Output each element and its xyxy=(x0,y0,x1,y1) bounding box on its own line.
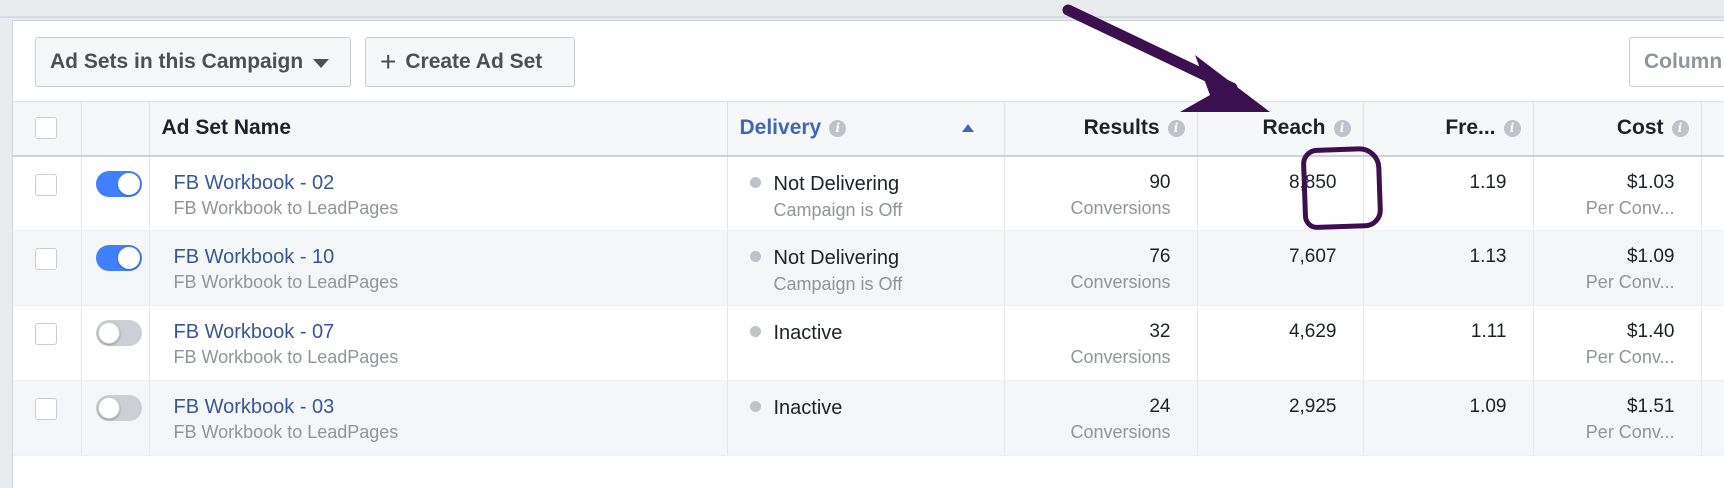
info-icon[interactable]: i xyxy=(1167,119,1185,137)
info-icon[interactable]: i xyxy=(829,119,847,137)
columns-label: Column xyxy=(1644,50,1723,73)
plus-icon: + xyxy=(380,46,397,77)
cost-value: $1.51 xyxy=(1626,396,1675,417)
delivery-status: Inactive xyxy=(773,397,843,419)
reach-value: 4,629 xyxy=(1288,321,1337,342)
campaign-name: FB Workbook to LeadPages xyxy=(173,272,399,292)
cost-type: Per Conv... xyxy=(1585,197,1675,218)
table-row[interactable]: FB Workbook - 07 FB Workbook to LeadPages… xyxy=(13,305,1724,381)
sort-ascending-icon xyxy=(961,124,974,132)
header-results[interactable]: Results i xyxy=(1004,101,1198,157)
frequency-value: 1.09 xyxy=(1469,396,1507,417)
row-checkbox[interactable] xyxy=(35,398,57,420)
header-frequency-label: Fre... xyxy=(1445,116,1496,140)
header-cost[interactable]: Cost i xyxy=(1533,101,1702,157)
toolbar: Ad Sets in this Campaign + Create Ad Set… xyxy=(13,21,1724,101)
header-ad-set-name[interactable]: Ad Set Name xyxy=(149,101,728,157)
frequency-value: 1.13 xyxy=(1469,246,1507,267)
header-toggle xyxy=(81,101,150,157)
toggle-knob xyxy=(117,172,140,195)
table-row[interactable]: FB Workbook - 03 FB Workbook to LeadPages… xyxy=(13,380,1724,456)
header-reach-label: Reach xyxy=(1262,116,1326,140)
select-all-checkbox[interactable] xyxy=(35,117,57,140)
create-ad-set-button[interactable]: + Create Ad Set xyxy=(365,37,575,87)
status-dot-icon xyxy=(749,251,761,263)
campaign-name: FB Workbook to LeadPages xyxy=(173,197,399,218)
ad-set-name-link[interactable]: FB Workbook - 10 xyxy=(174,245,727,269)
cost-value: $1.09 xyxy=(1626,246,1675,267)
results-type: Conversions xyxy=(1070,422,1171,442)
header-results-label: Results xyxy=(1083,116,1160,140)
header-more xyxy=(1701,101,1724,157)
header-ad-set-name-label: Ad Set Name xyxy=(161,116,292,140)
delivery-status: Not Delivering xyxy=(773,172,900,195)
results-type: Conversions xyxy=(1070,272,1171,292)
ad-set-toggle[interactable] xyxy=(95,320,142,346)
ad-sets-panel: Ad Sets in this Campaign + Create Ad Set… xyxy=(12,20,1724,488)
ad-sets-dropdown-label: Ad Sets in this Campaign xyxy=(50,50,304,73)
results-value: 76 xyxy=(1149,246,1171,267)
ad-set-toggle[interactable] xyxy=(95,245,142,271)
delivery-status: Not Delivering xyxy=(773,247,900,269)
header-cost-label: Cost xyxy=(1616,116,1664,140)
reach-value: 7,607 xyxy=(1288,246,1337,267)
delivery-substatus: Campaign is Off xyxy=(773,274,903,294)
cost-type: Per Conv... xyxy=(1585,272,1675,292)
ad-set-name-link[interactable]: FB Workbook - 03 xyxy=(174,395,727,419)
ad-set-name-link[interactable]: FB Workbook - 07 xyxy=(174,320,727,344)
table-row[interactable]: FB Workbook - 10 FB Workbook to LeadPages… xyxy=(13,230,1724,306)
columns-button[interactable]: Column xyxy=(1629,37,1724,87)
ad-set-name-link[interactable]: FB Workbook - 02 xyxy=(174,171,727,195)
results-value: 24 xyxy=(1149,396,1171,417)
delivery-status: Inactive xyxy=(773,322,843,344)
ad-set-toggle[interactable] xyxy=(95,395,142,421)
campaign-name: FB Workbook to LeadPages xyxy=(173,422,399,442)
cost-type: Per Conv... xyxy=(1585,422,1675,442)
ad-sets-dropdown-button[interactable]: Ad Sets in this Campaign xyxy=(35,37,351,87)
frequency-value: 1.19 xyxy=(1469,171,1507,193)
ad-set-toggle[interactable] xyxy=(95,170,142,197)
header-delivery-label: Delivery xyxy=(739,116,822,140)
outer-top-bar xyxy=(0,0,1724,18)
toggle-knob xyxy=(117,247,140,269)
row-checkbox[interactable] xyxy=(35,248,57,270)
header-reach[interactable]: Reach i xyxy=(1197,101,1364,157)
toggle-knob xyxy=(97,322,120,344)
row-checkbox[interactable] xyxy=(35,323,57,345)
create-ad-set-label: Create Ad Set xyxy=(405,50,543,73)
caret-down-icon xyxy=(313,59,330,68)
info-icon[interactable]: i xyxy=(1503,119,1521,137)
reach-value: 2,925 xyxy=(1288,396,1337,417)
results-value: 32 xyxy=(1149,321,1171,342)
cost-value: $1.40 xyxy=(1626,321,1675,342)
campaign-name: FB Workbook to LeadPages xyxy=(173,347,399,367)
table-header-row: Ad Set Name Delivery i Results i Reach i Fr… xyxy=(13,101,1724,157)
ad-sets-table: Ad Set Name Delivery i Results i Reach i Fr… xyxy=(13,101,1724,456)
status-dot-icon xyxy=(749,401,761,413)
table-row[interactable]: FB Workbook - 02 FB Workbook to LeadPages… xyxy=(13,155,1724,231)
frequency-value: 1.11 xyxy=(1470,321,1507,342)
results-type: Conversions xyxy=(1070,197,1171,218)
results-type: Conversions xyxy=(1070,347,1171,367)
toggle-knob xyxy=(97,397,120,419)
header-delivery[interactable]: Delivery i xyxy=(727,101,1005,157)
status-dot-icon xyxy=(749,326,761,338)
info-icon[interactable]: i xyxy=(1333,119,1351,137)
delivery-substatus: Campaign is Off xyxy=(773,199,903,220)
header-frequency[interactable]: Fre... i xyxy=(1363,101,1534,157)
header-select-all xyxy=(13,101,82,157)
status-dot-icon xyxy=(749,176,761,188)
info-icon[interactable]: i xyxy=(1671,119,1689,137)
cost-type: Per Conv... xyxy=(1585,347,1675,367)
row-checkbox[interactable] xyxy=(35,173,57,196)
cost-value: $1.03 xyxy=(1626,171,1675,193)
results-value: 90 xyxy=(1149,171,1171,193)
reach-value: 8,850 xyxy=(1288,171,1337,193)
